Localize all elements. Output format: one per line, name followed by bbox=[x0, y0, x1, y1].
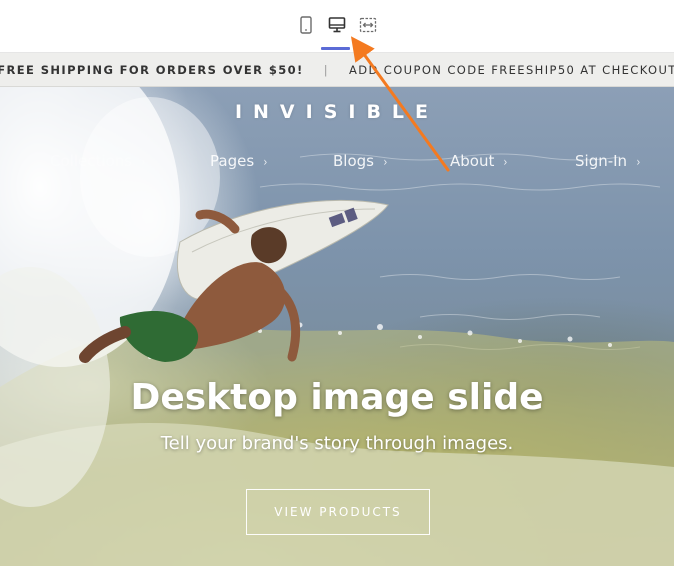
slide-heading: Desktop image slide bbox=[130, 377, 544, 418]
mobile-device-icon bbox=[300, 16, 312, 34]
nav-item-blogs[interactable]: Blogs › bbox=[333, 152, 388, 170]
mobile-view-button[interactable] bbox=[295, 14, 317, 36]
chevron-right-icon: › bbox=[636, 155, 641, 169]
view-products-button[interactable]: VIEW PRODUCTS bbox=[246, 489, 430, 535]
chevron-right-icon: › bbox=[383, 155, 388, 169]
desktop-view-button[interactable] bbox=[326, 14, 348, 36]
nav-item-sign-in[interactable]: Sign-In › bbox=[575, 152, 641, 170]
page: FREE SHIPPING FOR ORDERS OVER $50! | ADD… bbox=[0, 0, 674, 566]
chevron-right-icon: › bbox=[503, 155, 508, 169]
nav-item-label: Pages bbox=[210, 152, 255, 170]
hero-slideshow: INVISIBLE Collections › Pages › Blogs › Abo… bbox=[0, 87, 674, 566]
announcement-coupon-text: ADD COUPON CODE FREESHIP50 AT CHECKOUT bbox=[348, 62, 674, 77]
chevron-right-icon: › bbox=[141, 155, 146, 169]
announcement-separator: | bbox=[323, 62, 329, 77]
store-logo[interactable]: INVISIBLE bbox=[0, 101, 674, 123]
nav-item-label: Collections bbox=[50, 152, 133, 170]
chevron-right-icon: › bbox=[263, 155, 268, 169]
nav-item-label: About bbox=[450, 152, 495, 170]
main-navigation: Collections › Pages › Blogs › About › Sign-I… bbox=[0, 152, 674, 174]
active-view-indicator bbox=[321, 47, 350, 50]
full-width-view-button[interactable] bbox=[357, 14, 379, 36]
announcement-shipping-text: FREE SHIPPING FOR ORDERS OVER $50! bbox=[0, 62, 304, 77]
desktop-monitor-icon bbox=[328, 17, 346, 33]
announcement-bar: FREE SHIPPING FOR ORDERS OVER $50! | ADD… bbox=[0, 53, 674, 87]
full-width-arrows-icon bbox=[359, 17, 377, 33]
nav-item-pages[interactable]: Pages › bbox=[210, 152, 268, 170]
nav-item-about[interactable]: About › bbox=[450, 152, 508, 170]
slide-subheading: Tell your brand's story through images. bbox=[160, 433, 514, 454]
device-preview-toolbar bbox=[0, 0, 674, 53]
nav-item-label: Blogs bbox=[333, 152, 374, 170]
nav-item-label: Sign-In bbox=[575, 152, 628, 170]
nav-item-collections[interactable]: Collections › bbox=[50, 152, 146, 170]
